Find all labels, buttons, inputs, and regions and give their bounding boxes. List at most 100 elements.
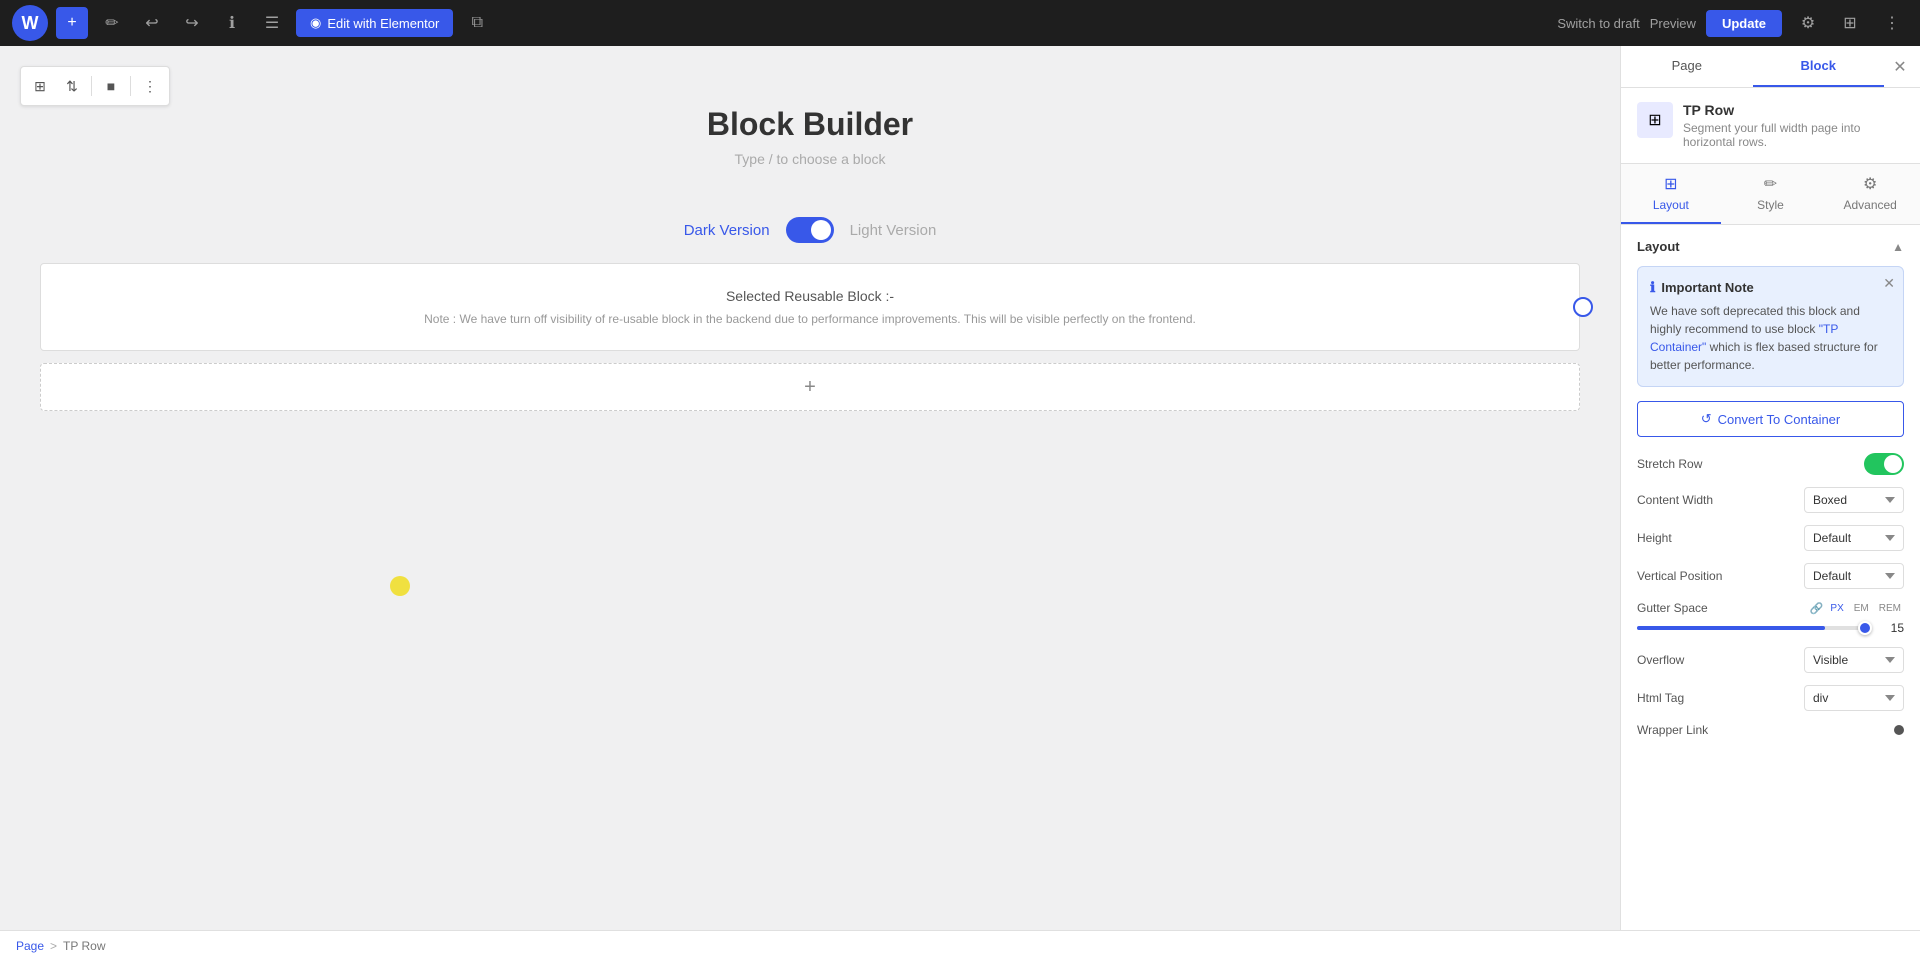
page-subtitle: Type / to choose a block	[40, 151, 1580, 167]
topbar: W + ✏ ↩ ↪ ℹ ☰ ◉ Edit with Elementor ⧉ Sw…	[0, 0, 1920, 46]
up-down-button[interactable]: ⇅	[57, 71, 87, 101]
page-title: Block Builder	[40, 106, 1580, 143]
light-version-label: Light Version	[850, 222, 937, 239]
wp-logo: W	[12, 5, 48, 41]
convert-to-container-button[interactable]: ↺ Convert To Container	[1637, 401, 1904, 437]
grid-view-button[interactable]: ⊞	[25, 71, 55, 101]
height-label: Height	[1637, 531, 1672, 545]
panel-close-button[interactable]: ✕	[1884, 51, 1916, 83]
more-button[interactable]: ⋮	[1876, 7, 1908, 39]
vertical-position-row: Vertical Position Default	[1637, 563, 1904, 589]
right-panel: Page Block ✕ ⊞ TP Row Segment your full …	[1620, 46, 1920, 930]
stretch-row-label: Stretch Row	[1637, 457, 1702, 471]
layout-section-header[interactable]: Layout ▲	[1637, 239, 1904, 254]
reusable-block-handle[interactable]	[1573, 297, 1593, 317]
block-name: TP Row	[1683, 102, 1904, 118]
height-select[interactable]: Default	[1804, 525, 1904, 551]
overflow-label: Overflow	[1637, 653, 1684, 667]
vertical-position-select[interactable]: Default	[1804, 563, 1904, 589]
preview-button[interactable]: Preview	[1650, 16, 1696, 31]
toolbar-divider2	[130, 76, 131, 96]
height-row: Height Default	[1637, 525, 1904, 551]
block-info: ⊞ TP Row Segment your full width page in…	[1621, 88, 1920, 164]
block-description: Segment your full width page into horizo…	[1683, 121, 1904, 149]
breadcrumb: Page > TP Row	[0, 930, 1920, 961]
overflow-row: Overflow Visible	[1637, 647, 1904, 673]
note-title: Important Note	[1661, 280, 1753, 295]
gutter-link-icon[interactable]: 🔗	[1810, 602, 1824, 615]
block-icon-symbol: ⊞	[1648, 110, 1661, 130]
toolbar-divider	[91, 76, 92, 96]
copy-button[interactable]: ⧉	[461, 7, 493, 39]
redo-button[interactable]: ↪	[176, 7, 208, 39]
wrapper-link-indicator	[1894, 725, 1904, 735]
gutter-units: 🔗 PX EM REM	[1810, 602, 1904, 615]
block-icon: ⊞	[1637, 102, 1673, 138]
chevron-up-icon: ▲	[1892, 240, 1904, 254]
block-style-button[interactable]: ■	[96, 71, 126, 101]
layout-icon: ⊞	[1664, 174, 1677, 194]
info-circle-icon: ℹ	[1650, 279, 1655, 296]
note-close-button[interactable]: ✕	[1883, 275, 1895, 292]
note-header: ℹ Important Note	[1650, 279, 1891, 296]
gutter-unit-rem[interactable]: REM	[1876, 602, 1904, 615]
list-view-button[interactable]: ☰	[256, 7, 288, 39]
html-tag-row: Html Tag div	[1637, 685, 1904, 711]
add-block-area[interactable]: +	[40, 363, 1580, 411]
reusable-block-note: Note : We have turn off visibility of re…	[65, 312, 1555, 326]
update-button[interactable]: Update	[1706, 10, 1782, 37]
gutter-unit-em[interactable]: EM	[1851, 602, 1872, 615]
breadcrumb-current: TP Row	[63, 939, 105, 953]
gutter-space-row: Gutter Space 🔗 PX EM REM 15	[1637, 601, 1904, 635]
advanced-icon: ⚙	[1863, 174, 1877, 194]
add-block-icon: +	[804, 376, 816, 399]
stretch-row-row: Stretch Row	[1637, 453, 1904, 475]
reusable-block-title: Selected Reusable Block :-	[65, 288, 1555, 304]
layout-section: Layout ▲ ℹ Important Note ✕ We have soft…	[1621, 225, 1920, 763]
content-width-row: Content Width Boxed	[1637, 487, 1904, 513]
sub-tabs: ⊞ Layout ✏ Style ⚙ Advanced	[1621, 164, 1920, 225]
reusable-block: Selected Reusable Block :- Note : We hav…	[40, 263, 1580, 351]
note-text: We have soft deprecated this block and h…	[1650, 302, 1891, 374]
layout-section-title: Layout	[1637, 239, 1680, 254]
tab-block[interactable]: Block	[1753, 46, 1885, 87]
toggle-knob-stretch	[1884, 455, 1902, 473]
switch-draft-button[interactable]: Switch to draft	[1557, 16, 1639, 31]
gear-button[interactable]: ⚙	[1792, 7, 1824, 39]
gutter-unit-px[interactable]: PX	[1827, 602, 1846, 615]
gutter-slider[interactable]	[1637, 626, 1872, 630]
elementor-icon: ◉	[310, 15, 321, 31]
content-width-label: Content Width	[1637, 493, 1713, 507]
more-options-button[interactable]: ⋮	[135, 71, 165, 101]
main-layout: ⊞ ⇅ ■ ⋮ Block Builder Type / to choose a…	[0, 46, 1920, 930]
gutter-header: Gutter Space 🔗 PX EM REM	[1637, 601, 1904, 615]
grid-button[interactable]: ⊞	[1834, 7, 1866, 39]
page-title-area: Block Builder Type / to choose a block	[40, 106, 1580, 167]
info-button[interactable]: ℹ	[216, 7, 248, 39]
sub-tab-style[interactable]: ✏ Style	[1721, 164, 1821, 224]
version-toggle[interactable]	[786, 217, 834, 243]
stretch-row-toggle[interactable]	[1864, 453, 1904, 475]
content-width-select[interactable]: Boxed	[1804, 487, 1904, 513]
edit-button[interactable]: ✏	[96, 7, 128, 39]
html-tag-select[interactable]: div	[1804, 685, 1904, 711]
add-block-button[interactable]: +	[56, 7, 88, 39]
cursor-indicator	[390, 576, 410, 596]
breadcrumb-page[interactable]: Page	[16, 939, 44, 953]
overflow-select[interactable]: Visible	[1804, 647, 1904, 673]
block-info-text: TP Row Segment your full width page into…	[1683, 102, 1904, 149]
tab-page[interactable]: Page	[1621, 46, 1753, 87]
edit-with-elementor-button[interactable]: ◉ Edit with Elementor	[296, 9, 453, 37]
gutter-space-label: Gutter Space	[1637, 601, 1708, 615]
undo-button[interactable]: ↩	[136, 7, 168, 39]
convert-icon: ↺	[1701, 411, 1712, 427]
gutter-slider-thumb[interactable]	[1858, 621, 1872, 635]
sub-tab-layout[interactable]: ⊞ Layout	[1621, 164, 1721, 224]
html-tag-label: Html Tag	[1637, 691, 1684, 705]
vertical-position-label: Vertical Position	[1637, 569, 1722, 583]
sub-tab-advanced[interactable]: ⚙ Advanced	[1820, 164, 1920, 224]
important-note: ℹ Important Note ✕ We have soft deprecat…	[1637, 266, 1904, 387]
gutter-slider-fill	[1637, 626, 1825, 630]
convert-label: Convert To Container	[1718, 412, 1841, 427]
toggle-knob	[811, 220, 831, 240]
